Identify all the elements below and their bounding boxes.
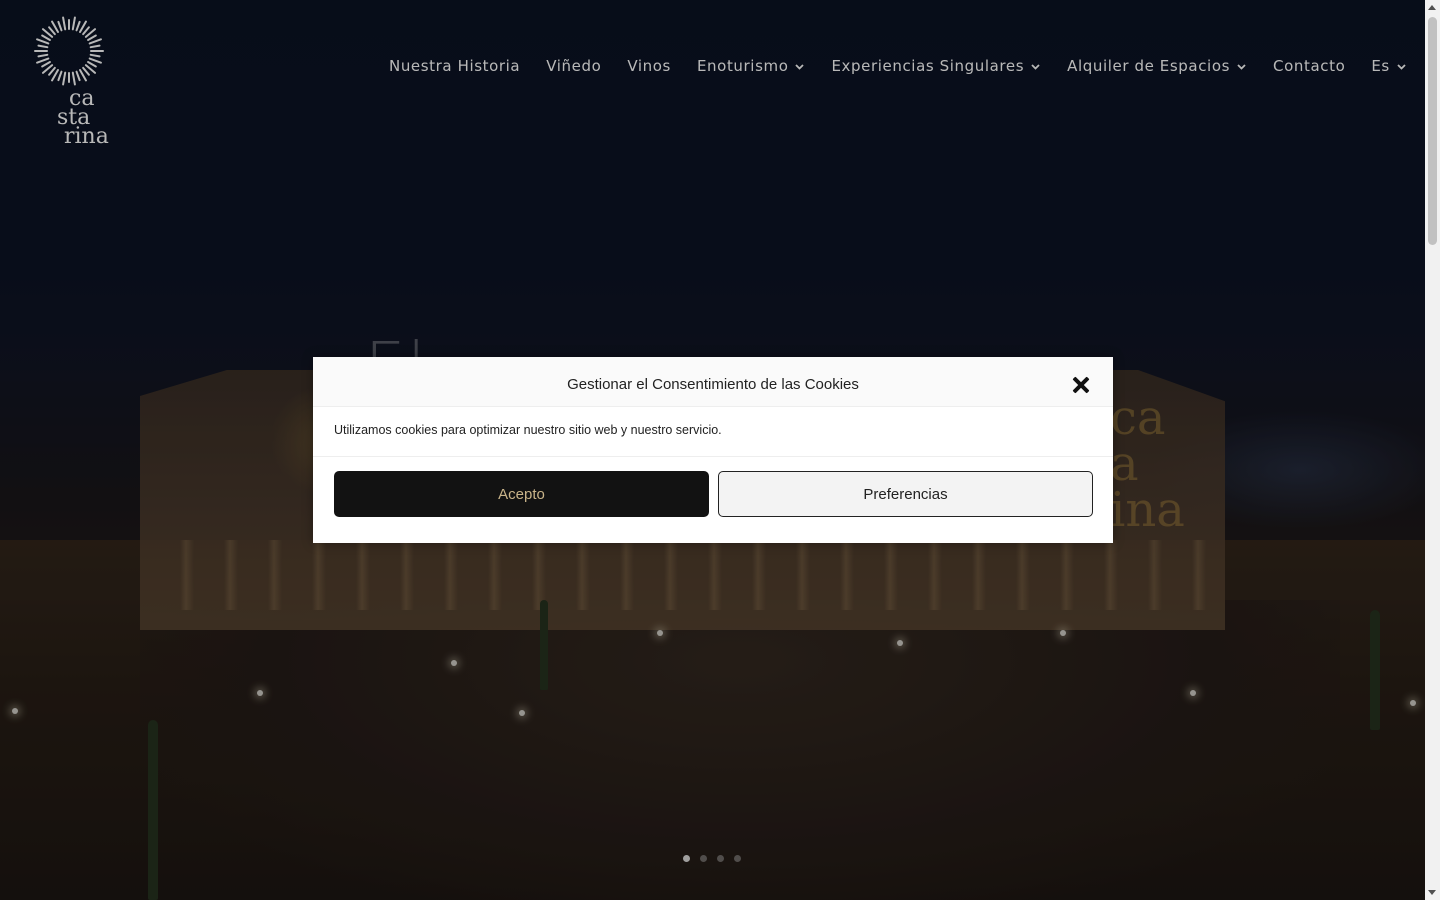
- scroll-down-arrow-icon[interactable]: [1428, 890, 1436, 895]
- close-icon[interactable]: [1072, 376, 1090, 394]
- cookie-modal-header: Gestionar el Consentimiento de las Cooki…: [313, 357, 1113, 407]
- page-scrollbar[interactable]: [1425, 0, 1440, 900]
- cookie-preferences-button[interactable]: Preferencias: [718, 471, 1093, 517]
- accept-cookies-button[interactable]: Acepto: [334, 471, 709, 517]
- cookie-modal-message: Utilizamos cookies para optimizar nuestr…: [334, 423, 722, 437]
- cookie-consent-modal: Gestionar el Consentimiento de las Cooki…: [313, 357, 1113, 543]
- cookie-modal-body: Utilizamos cookies para optimizar nuestr…: [313, 407, 1113, 457]
- scroll-up-arrow-icon[interactable]: [1428, 5, 1436, 10]
- scrollbar-thumb[interactable]: [1428, 17, 1437, 245]
- cookie-modal-title: Gestionar el Consentimiento de las Cooki…: [567, 376, 859, 393]
